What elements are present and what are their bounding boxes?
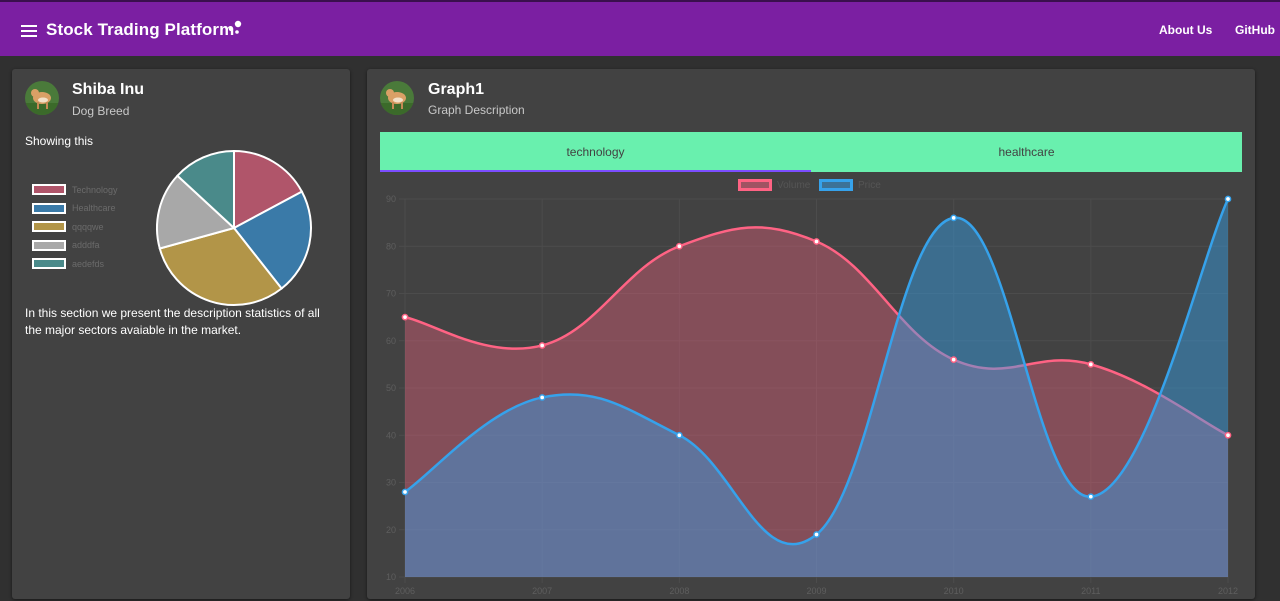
x-tick-label: 2006 (395, 586, 415, 596)
pie-legend-item[interactable]: adddfa (32, 239, 100, 251)
x-tick-label: 2011 (1081, 586, 1100, 596)
data-point[interactable] (538, 342, 546, 349)
menu-icon[interactable] (21, 25, 37, 37)
card-title: Shiba Inu (72, 81, 144, 98)
y-tick-label: 10 (386, 572, 396, 582)
data-point[interactable] (813, 238, 820, 245)
y-tick-label: 30 (386, 478, 396, 488)
pie-chart (156, 149, 312, 306)
graph-title: Graph1 (428, 81, 485, 98)
dots-logo-icon (228, 20, 242, 34)
data-point[interactable] (1087, 361, 1095, 368)
x-tick-label: 2007 (532, 586, 552, 596)
showing-label: Showing this (25, 134, 94, 148)
app-bar: Stock Trading Platform About Us GitHub (0, 0, 1280, 56)
y-tick-label: 20 (386, 525, 396, 535)
stats-card: Shiba Inu Dog Breed Showing this Technol… (12, 69, 350, 599)
nav-github[interactable]: GitHub (1235, 23, 1275, 37)
pie-legend-item[interactable]: aedefds (32, 258, 104, 269)
y-tick-label: 50 (386, 383, 396, 393)
avatar (25, 81, 59, 115)
line-chart: 10 20 30 40 50 60 70 80 90 2006 2007 2008 2009 2010 20… (386, 194, 1238, 596)
avatar (380, 81, 414, 115)
pie-legend-swatch (32, 221, 66, 232)
x-tick-label: 2008 (669, 586, 689, 596)
pie-legend-item[interactable]: Technology (32, 184, 118, 195)
pie-legend-item[interactable]: Healthcare (32, 202, 116, 214)
x-tick-label: 2012 (1218, 586, 1238, 596)
data-point[interactable] (538, 394, 546, 401)
tab-healthcare[interactable]: healthcare (811, 132, 1242, 172)
pie-legend-swatch (32, 239, 66, 251)
sector-tabs: technology healthcare (380, 132, 1242, 172)
pie-legend-label: qqqqwe (72, 221, 104, 232)
active-tab-indicator (380, 170, 811, 172)
pie-legend-swatch (32, 258, 66, 269)
y-tick-label: 40 (386, 430, 396, 440)
x-tick-label: 2009 (806, 586, 826, 596)
graph-card: Graph1 Graph Description technology heal… (367, 69, 1255, 599)
data-point[interactable] (675, 431, 683, 439)
pie-legend-swatch (32, 184, 66, 195)
section-description: In this section we present the descripti… (25, 306, 320, 337)
data-point[interactable] (1224, 195, 1232, 203)
data-point[interactable] (950, 214, 958, 222)
app-title: Stock Trading Platform (46, 20, 235, 39)
data-point[interactable] (401, 313, 409, 321)
pie-legend-label: adddfa (72, 240, 100, 250)
pie-legend-item[interactable]: qqqqwe (32, 221, 104, 232)
nav-about-us[interactable]: About Us (1159, 23, 1212, 37)
y-tick-label: 60 (386, 336, 396, 346)
data-point[interactable] (950, 356, 958, 363)
data-point[interactable] (1224, 431, 1232, 439)
y-tick-label: 80 (386, 241, 396, 251)
x-tick-label: 2010 (944, 586, 964, 596)
pie-legend-label: Healthcare (72, 203, 116, 213)
data-point[interactable] (813, 531, 820, 538)
data-point[interactable] (401, 488, 409, 496)
card-subtitle: Dog Breed (72, 104, 130, 118)
graph-subtitle: Graph Description (428, 103, 525, 117)
pie-legend-label: Technology (72, 184, 118, 195)
pie-legend-swatch (32, 202, 66, 214)
data-point[interactable] (675, 242, 683, 250)
data-point[interactable] (1087, 493, 1095, 501)
pie-legend-label: aedefds (72, 258, 105, 269)
tab-technology[interactable]: technology (380, 132, 811, 172)
y-tick-label: 70 (386, 289, 396, 299)
y-tick-label: 90 (386, 194, 396, 204)
